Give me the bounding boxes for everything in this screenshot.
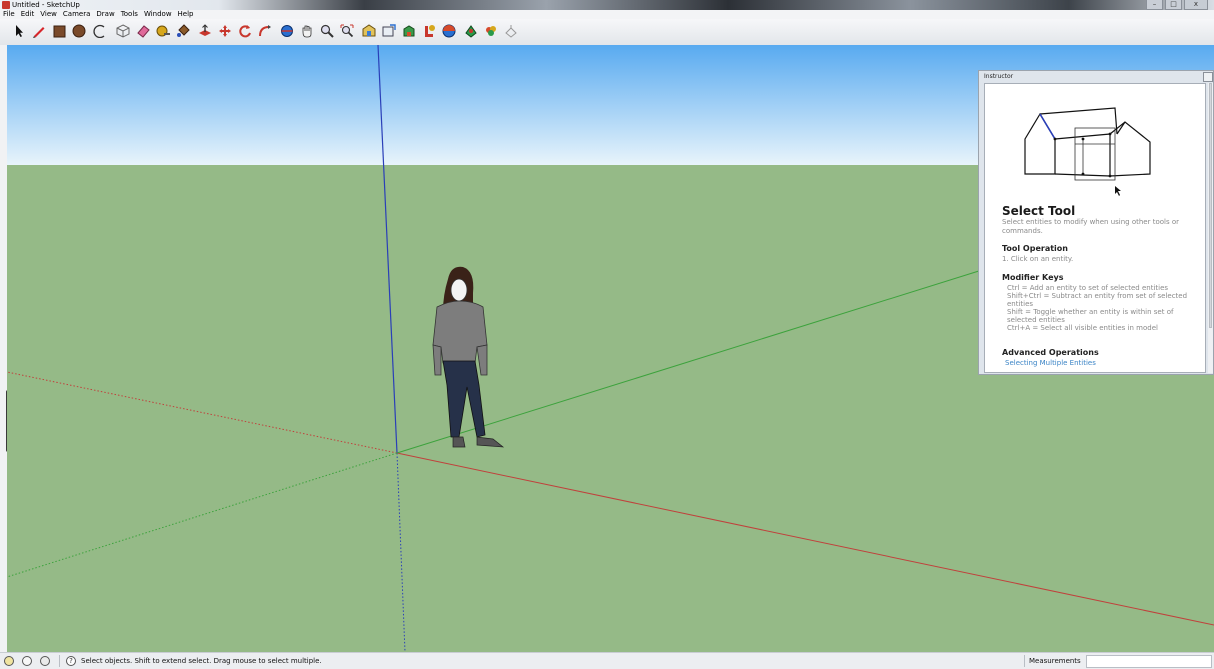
menu-draw[interactable]: Draw	[93, 10, 117, 19]
instructor-close-button[interactable]	[1203, 72, 1213, 82]
tape-measure-icon[interactable]	[156, 24, 170, 38]
instructor-title: Instructor	[984, 73, 1014, 80]
selecting-multiple-entities-link[interactable]: Selecting Multiple Entities	[1005, 359, 1096, 367]
window-title: Untitled - SketchUp	[12, 1, 80, 9]
styles-icon[interactable]	[442, 24, 456, 38]
menu-view[interactable]: View	[37, 10, 60, 19]
share-model-icon[interactable]	[382, 24, 396, 38]
geo-location-icon[interactable]	[4, 656, 14, 666]
close-button[interactable]: x	[1184, 0, 1208, 10]
materials-icon[interactable]	[484, 24, 498, 38]
tool-operation-step: 1. Click on an entity.	[1002, 255, 1074, 263]
user-icon[interactable]	[40, 656, 50, 666]
window-controls: – □ x	[1146, 0, 1208, 10]
modifier-line-ctrl: Ctrl = Add an entity to set of selected …	[1007, 284, 1169, 292]
minimize-button[interactable]: –	[1146, 0, 1163, 10]
orbit-icon[interactable]	[280, 24, 294, 38]
instructor-scroll-thumb[interactable]	[1209, 83, 1212, 328]
arc-icon[interactable]	[92, 24, 106, 38]
modifier-line-shift: Shift = Toggle whether an entity is with…	[1007, 308, 1174, 324]
instructor-content: Select Tool Select entities to modify wh…	[984, 83, 1206, 373]
title-bar: Untitled - SketchUp – □ x	[0, 0, 1214, 10]
modifier-keys-heading: Modifier Keys	[1002, 273, 1064, 282]
paint-bucket-icon[interactable]	[176, 24, 190, 38]
status-bar: ? Select objects. Shift to extend select…	[0, 652, 1214, 669]
measurements-divider	[1024, 655, 1025, 667]
component-icon[interactable]	[464, 24, 478, 38]
status-message: Select objects. Shift to extend select. …	[81, 657, 322, 665]
zoom-icon[interactable]	[320, 24, 334, 38]
rotate-icon[interactable]	[238, 24, 252, 38]
layout-icon[interactable]	[422, 24, 436, 38]
measurements-label: Measurements	[1029, 657, 1081, 665]
extension-warehouse-icon[interactable]	[402, 24, 416, 38]
status-divider	[59, 655, 60, 667]
zoom-extents-icon[interactable]	[340, 24, 354, 38]
menu-bar: File Edit View Camera Draw Tools Window …	[0, 10, 1214, 19]
tool-title: Select Tool	[1002, 204, 1076, 218]
pencil-line-icon[interactable]	[32, 24, 46, 38]
instructor-panel: Instructor Select Tool Select entities t…	[978, 70, 1214, 375]
add-location-icon[interactable]	[504, 24, 518, 38]
menu-camera[interactable]: Camera	[60, 10, 93, 19]
move-icon[interactable]	[218, 24, 232, 38]
main-toolbar	[0, 19, 1214, 46]
follow-me-icon[interactable]	[258, 24, 272, 38]
tool-description: Select entities to modify when using oth…	[1002, 218, 1179, 235]
sketchup-app-icon	[2, 1, 10, 9]
3d-warehouse-icon[interactable]	[362, 24, 376, 38]
menu-edit[interactable]: Edit	[18, 10, 38, 19]
pan-icon[interactable]	[300, 24, 314, 38]
eraser-icon[interactable]	[136, 24, 150, 38]
menu-help[interactable]: Help	[175, 10, 197, 19]
menu-tools[interactable]: Tools	[118, 10, 141, 19]
push-pull-icon[interactable]	[198, 24, 212, 38]
menu-window[interactable]: Window	[141, 10, 175, 19]
menu-file[interactable]: File	[0, 10, 18, 19]
make-component-icon[interactable]	[116, 24, 130, 38]
tool-operation-heading: Tool Operation	[1002, 244, 1068, 253]
circle-icon[interactable]	[72, 24, 86, 38]
rectangle-icon[interactable]	[52, 24, 66, 38]
select-tool-illustration	[1024, 107, 1151, 196]
modifier-line-shift-ctrl: Shift+Ctrl = Subtract an entity from set…	[1007, 292, 1188, 308]
maximize-button[interactable]: □	[1165, 0, 1182, 10]
help-icon[interactable]: ?	[66, 656, 76, 666]
advanced-operations-heading: Advanced Operations	[1002, 348, 1099, 357]
modifier-line-ctrl-a: Ctrl+A = Select all visible entities in …	[1007, 324, 1158, 332]
select-tool-icon[interactable]	[12, 24, 26, 38]
measurements-input[interactable]	[1086, 655, 1212, 668]
credits-icon[interactable]	[22, 656, 32, 666]
